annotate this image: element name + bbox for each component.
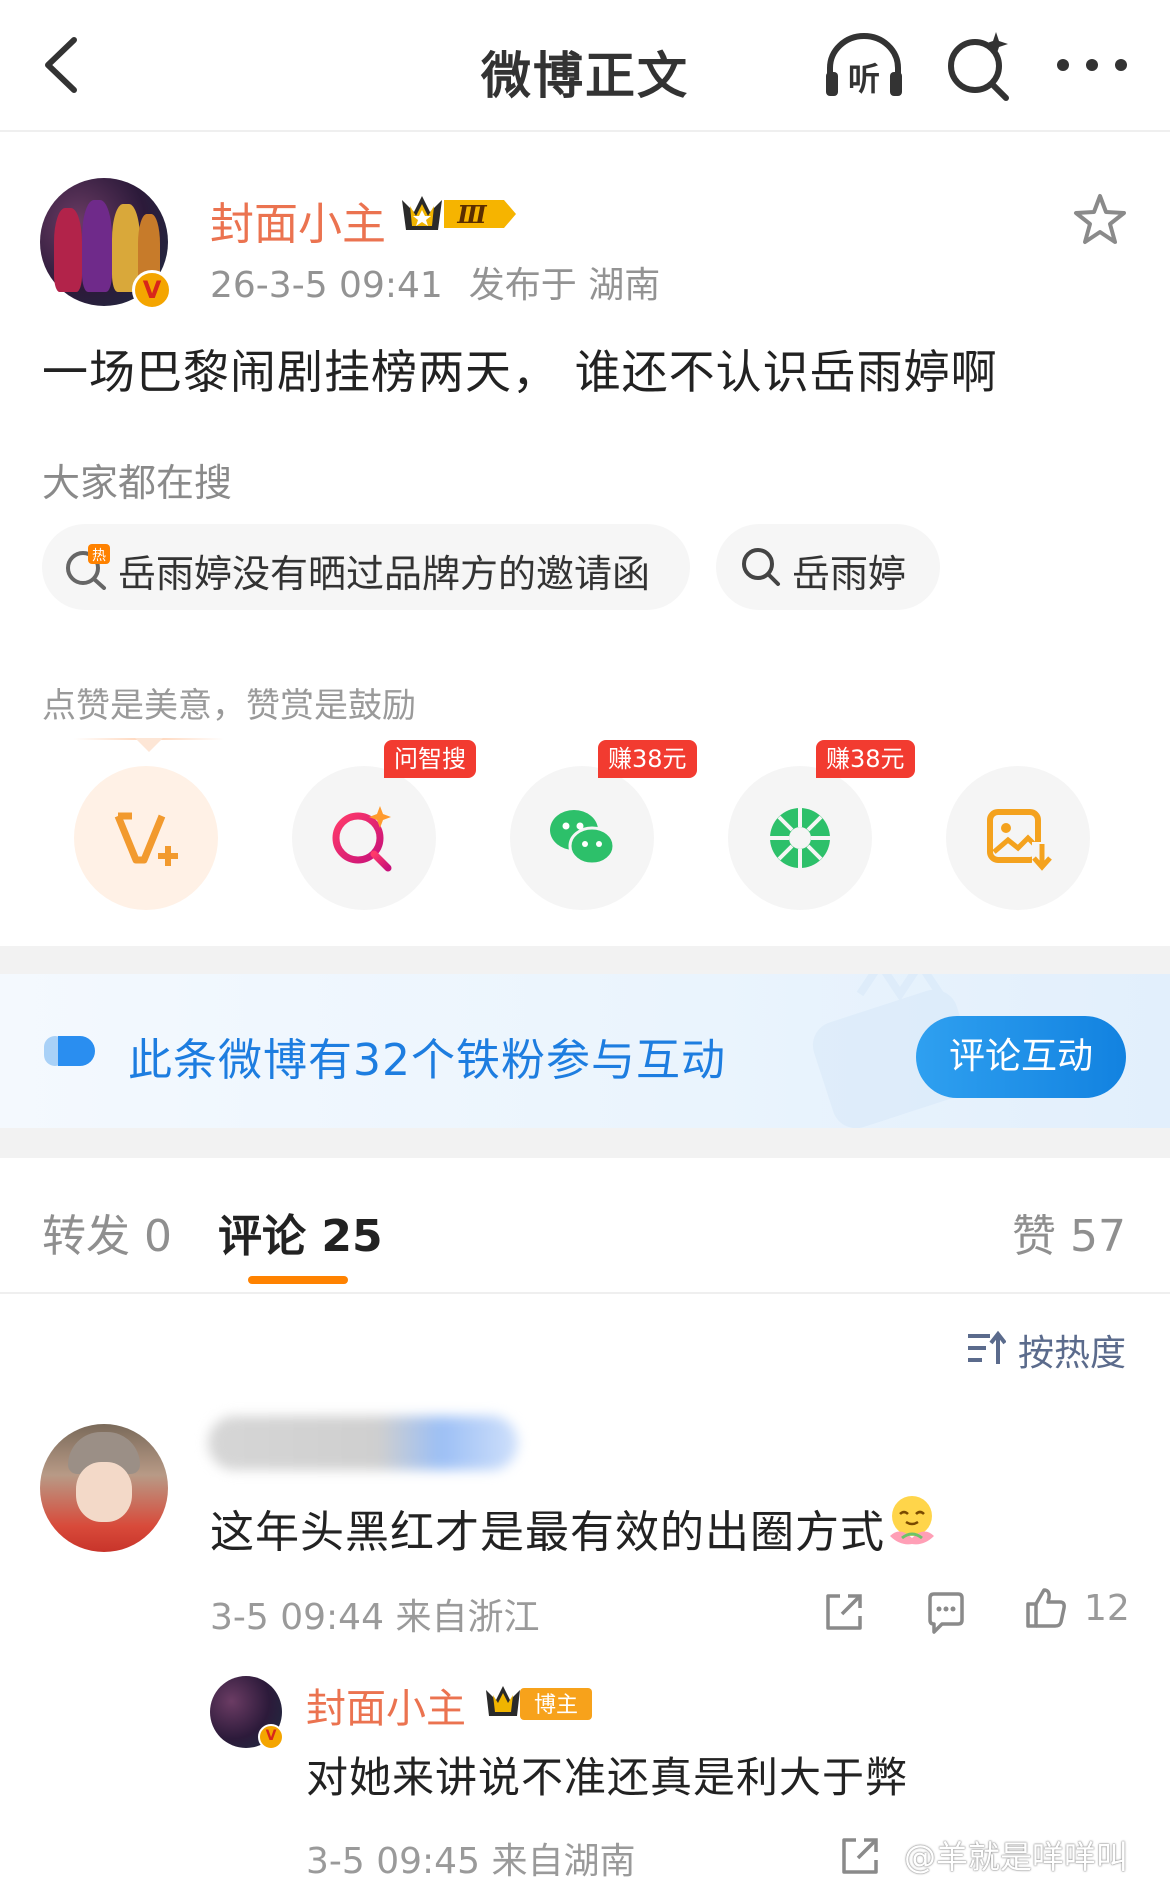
comment-meta: 3-5 09:44 来自浙江 [210, 1588, 539, 1640]
post-text: 一场巴黎闹剧挂榜两天， 谁还不认识岳雨婷啊 [42, 345, 998, 399]
hot-search-pill[interactable]: 岳雨婷 [716, 524, 940, 610]
avatar-figure [54, 208, 82, 292]
fan-interaction-text: 此条微博有32个铁粉参与互动 [128, 1035, 726, 1086]
like-thumb-icon[interactable] [1024, 1586, 1068, 1630]
watermark: @羊就是咩咩叫 [904, 1838, 1129, 1876]
hot-search-text: 岳雨婷没有晒过品牌方的邀请函 [118, 552, 651, 596]
listen-icon[interactable]: 听 [822, 30, 906, 100]
favorite-star-icon[interactable] [1072, 192, 1128, 246]
comment-interaction-button[interactable]: 评论互动 [916, 1016, 1126, 1098]
fan-interaction-banner[interactable]: 此条微博有32个铁粉参与互动 评论互动 [0, 974, 1170, 1128]
verified-badge: V [258, 1724, 284, 1750]
like-count: 12 [1084, 1588, 1130, 1629]
search-icon [742, 548, 780, 586]
verified-badge: V [132, 270, 172, 310]
share-icon[interactable] [822, 1590, 866, 1634]
reply-comment-icon[interactable] [924, 1590, 968, 1634]
reply-author-avatar[interactable]: V [210, 1676, 284, 1750]
reply-author-name[interactable]: 封面小主 [306, 1676, 466, 1734]
author-badge-icon: 博主 [486, 1686, 592, 1720]
comment-time: 3-5 09:44 [210, 1597, 384, 1638]
save-image-button[interactable] [946, 766, 1090, 910]
tab-comment-count: 25 [321, 1211, 383, 1262]
tab-repost-count: 0 [144, 1211, 172, 1262]
reward-button[interactable] [74, 766, 218, 910]
listen-label: 听 [848, 60, 880, 98]
tab-comment-label: 评论 [218, 1211, 306, 1262]
section-gap [0, 1128, 1170, 1158]
commenter-avatar[interactable] [40, 1424, 168, 1552]
reply-meta: 3-5 09:45 来自湖南 [306, 1832, 635, 1884]
post-meta: 26-3-5 09:41 发布于 湖南 [210, 256, 660, 308]
avatar-figure [82, 200, 112, 292]
post-time: 26-3-5 09:41 [210, 265, 443, 306]
ai-search-icon [332, 806, 392, 872]
avatar-face [76, 1462, 132, 1522]
member-level: Ⅲ [456, 200, 487, 229]
tab-like-count: 57 [1070, 1211, 1126, 1262]
section-gap [0, 946, 1170, 974]
hot-search-label: 大家都在搜 [42, 461, 233, 505]
hot-search-pill[interactable]: 热 岳雨婷没有晒过品牌方的邀请函 [42, 524, 690, 610]
tab-divider [0, 1292, 1170, 1294]
blurred-commenter-name [208, 1416, 518, 1470]
save-image-icon [987, 809, 1052, 872]
sort-label: 按热度 [1018, 1333, 1127, 1374]
post-location: 发布于 湖南 [468, 265, 661, 306]
wechat-share-button[interactable]: 赚38元 [510, 740, 697, 910]
active-tab-indicator [248, 1276, 348, 1284]
wechat-icon [550, 810, 616, 866]
tip-arrow [135, 738, 163, 752]
ai-search-share-button[interactable]: 问智搜 [292, 740, 476, 910]
blogger-badge: 博主 [534, 1693, 578, 1718]
more-options-icon[interactable] [1055, 40, 1129, 90]
lotus-smile-emoji-icon [890, 1496, 934, 1545]
svg-text:热: 热 [92, 548, 106, 564]
sort-icon [968, 1330, 1006, 1364]
promo-tag: 问智搜 [384, 740, 476, 778]
author-name[interactable]: 封面小主 [210, 188, 386, 252]
tab-like[interactable]: 赞 57 [1012, 1200, 1126, 1264]
tab-like-label: 赞 [1012, 1211, 1056, 1262]
comment-location: 来自浙江 [395, 1597, 540, 1638]
v-plus-icon [114, 812, 178, 866]
tab-repost-label: 转发 [42, 1211, 130, 1262]
author-avatar[interactable]: V [40, 178, 172, 310]
fan-badge-icon [44, 1036, 95, 1066]
share-icon[interactable] [838, 1834, 882, 1878]
hot-search-text: 岳雨婷 [792, 552, 907, 596]
reward-label: 点赞是美意，赞赏是鼓励 [42, 686, 416, 726]
tab-repost[interactable]: 转发 0 [42, 1200, 172, 1264]
moments-share-button[interactable]: 赚38元 [728, 740, 915, 910]
tab-comment[interactable]: 评论 25 [218, 1200, 383, 1264]
promo-tag: 赚38元 [816, 740, 915, 778]
reply-time: 3-5 09:45 [306, 1841, 480, 1882]
ai-search-icon[interactable] [944, 28, 1014, 102]
moments-icon [770, 808, 830, 868]
reply-text: 对她来讲说不准还真是利大于弊 [306, 1753, 909, 1802]
hot-search-icon: 热 [66, 544, 110, 590]
promo-tag: 赚38元 [598, 740, 697, 778]
comment-text: 这年头黑红才是最有效的出圈方式 [210, 1507, 885, 1558]
top-nav-bar: 微博正文 听 [0, 0, 1170, 132]
reply-location: 来自湖南 [491, 1841, 636, 1882]
member-crown-icon[interactable]: Ⅲ [400, 192, 518, 236]
